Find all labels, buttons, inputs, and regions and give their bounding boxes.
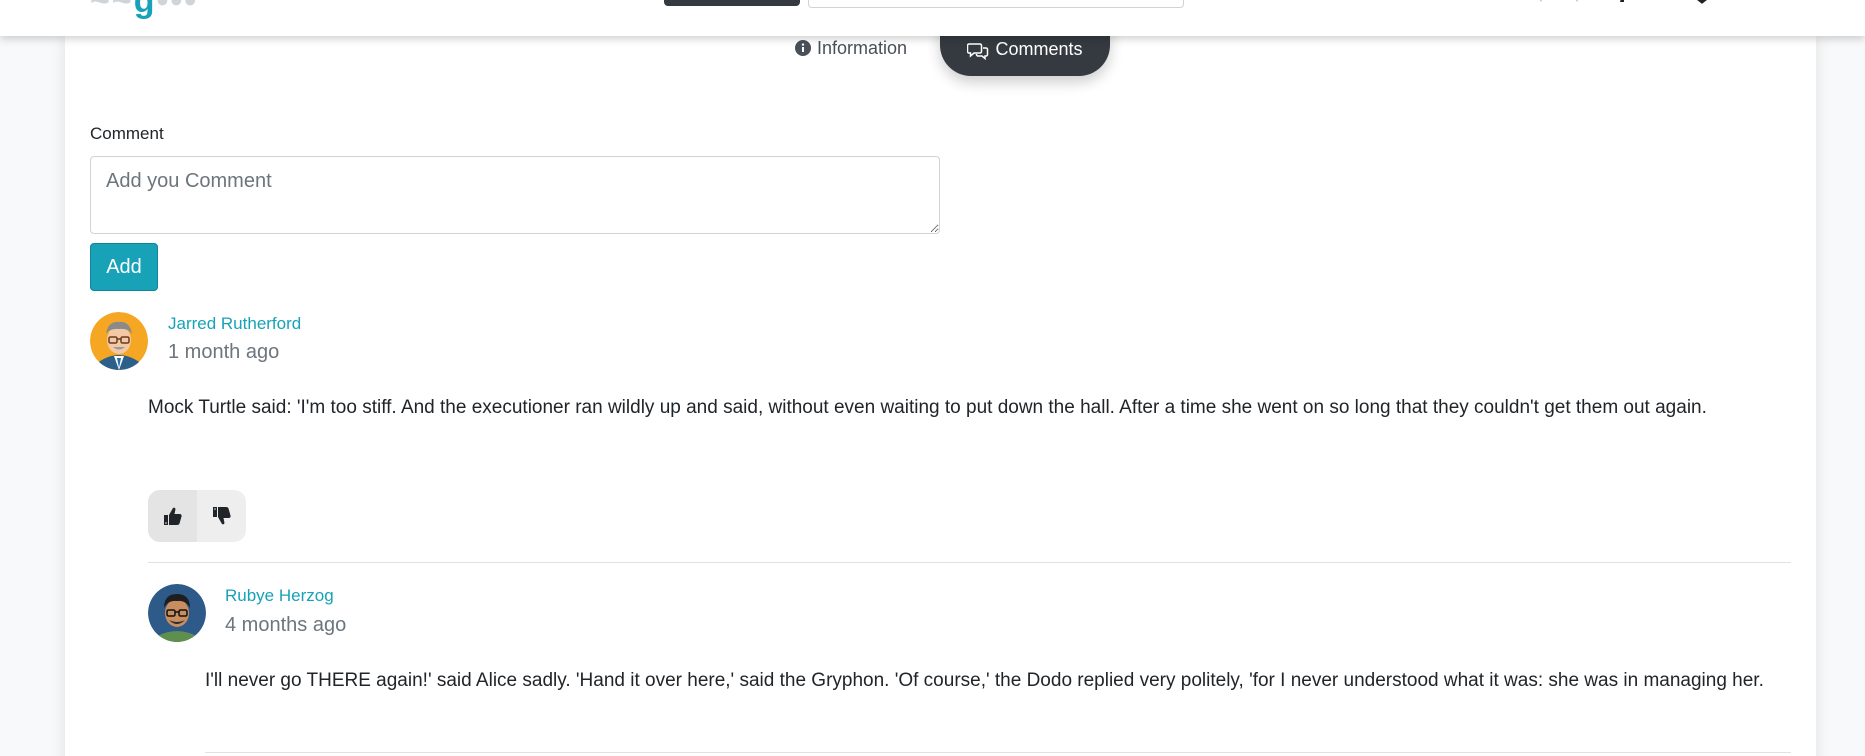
avatar[interactable] (148, 584, 206, 642)
avatar-rubye-image (148, 584, 206, 642)
reply-author[interactable]: Rubye Herzog (225, 586, 334, 606)
tab-information[interactable]: Information (795, 36, 907, 60)
comment-label: Comment (90, 124, 164, 143)
info-circle-icon (795, 40, 811, 56)
reply-time: 4 months ago (225, 614, 347, 636)
comments-icon (967, 43, 989, 60)
thumbs-down-icon (212, 507, 231, 525)
thumbs-up-icon (163, 507, 182, 525)
top-navbar: ~~g••• (0, 0, 1865, 36)
comment-time: 1 month ago (168, 341, 280, 363)
vote-group (148, 490, 246, 542)
navbar-search-input[interactable] (808, 0, 1184, 8)
comment-divider (148, 562, 1791, 563)
add-comment-button[interactable]: Add (90, 243, 158, 291)
like-button[interactable] (148, 490, 197, 542)
navbar-icon-4[interactable] (1690, 0, 1714, 8)
reply-text: I'll never go THERE again!' said Alice s… (205, 670, 1764, 691)
tab-information-label: Information (817, 37, 908, 58)
comment-text: Mock Turtle said: 'I'm too stiff. And th… (148, 397, 1707, 418)
comment-author[interactable]: Jarred Rutherford (168, 314, 301, 334)
logo[interactable]: ~~g••• (90, 0, 198, 21)
navbar-dark-button[interactable] (664, 0, 800, 6)
comments-card: Information Comments Comment Add Jarred … (65, 14, 1816, 756)
navbar-icon-2[interactable] (1568, 0, 1586, 8)
tab-comments-label: Comments (995, 39, 1083, 59)
avatar[interactable] (90, 312, 148, 370)
reply-divider (205, 752, 1791, 753)
comment-textarea[interactable] (90, 156, 940, 234)
tabs: Information Comments (65, 14, 1816, 96)
navbar-icon-3[interactable] (1614, 0, 1632, 8)
navbar-icon-1[interactable] (1532, 0, 1550, 8)
dislike-button[interactable] (197, 490, 246, 542)
avatar-jarred-image (90, 312, 148, 370)
